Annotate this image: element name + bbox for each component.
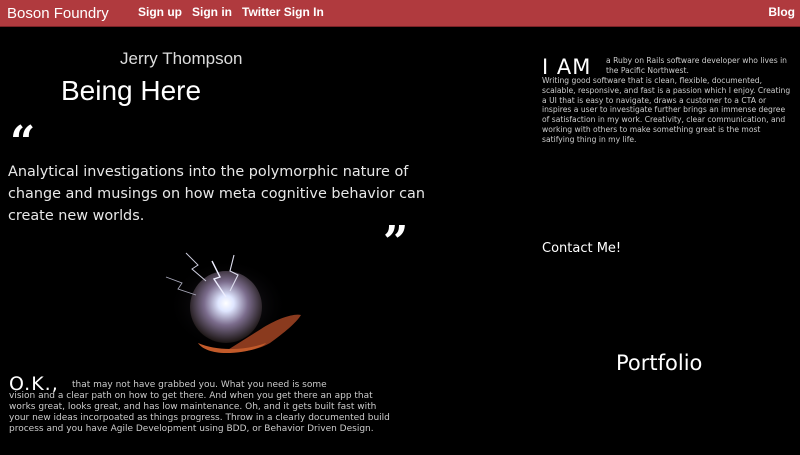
open-quote-mark: “: [10, 117, 36, 168]
twitter-signin-link[interactable]: Twitter Sign In: [242, 5, 324, 19]
close-quote-mark: ”: [383, 217, 409, 268]
brand-link[interactable]: Boson Foundry: [7, 5, 109, 22]
signin-link[interactable]: Sign in: [192, 5, 232, 19]
about-first-line: a Ruby on Rails software developer who l…: [606, 56, 787, 75]
hero-quote: Analytical investigations into the polym…: [8, 164, 425, 224]
ok-body-text: vision and a clear path on how to get th…: [9, 391, 390, 434]
about-body-text: Writing good software that is clean, fle…: [542, 76, 791, 144]
crystal-ball-image: [165, 252, 301, 353]
portfolio-link[interactable]: Portfolio: [616, 351, 702, 375]
contact-me-link[interactable]: Contact Me!: [542, 241, 621, 256]
signup-link[interactable]: Sign up: [138, 5, 182, 19]
ok-first-line: that may not have grabbed you. What you …: [72, 380, 327, 390]
author-name: Jerry Thompson: [120, 49, 243, 68]
page-title: Being Here: [61, 75, 202, 106]
blog-link[interactable]: Blog: [768, 5, 795, 19]
top-navbar: Boson Foundry Sign up Sign in Twitter Si…: [0, 0, 800, 27]
